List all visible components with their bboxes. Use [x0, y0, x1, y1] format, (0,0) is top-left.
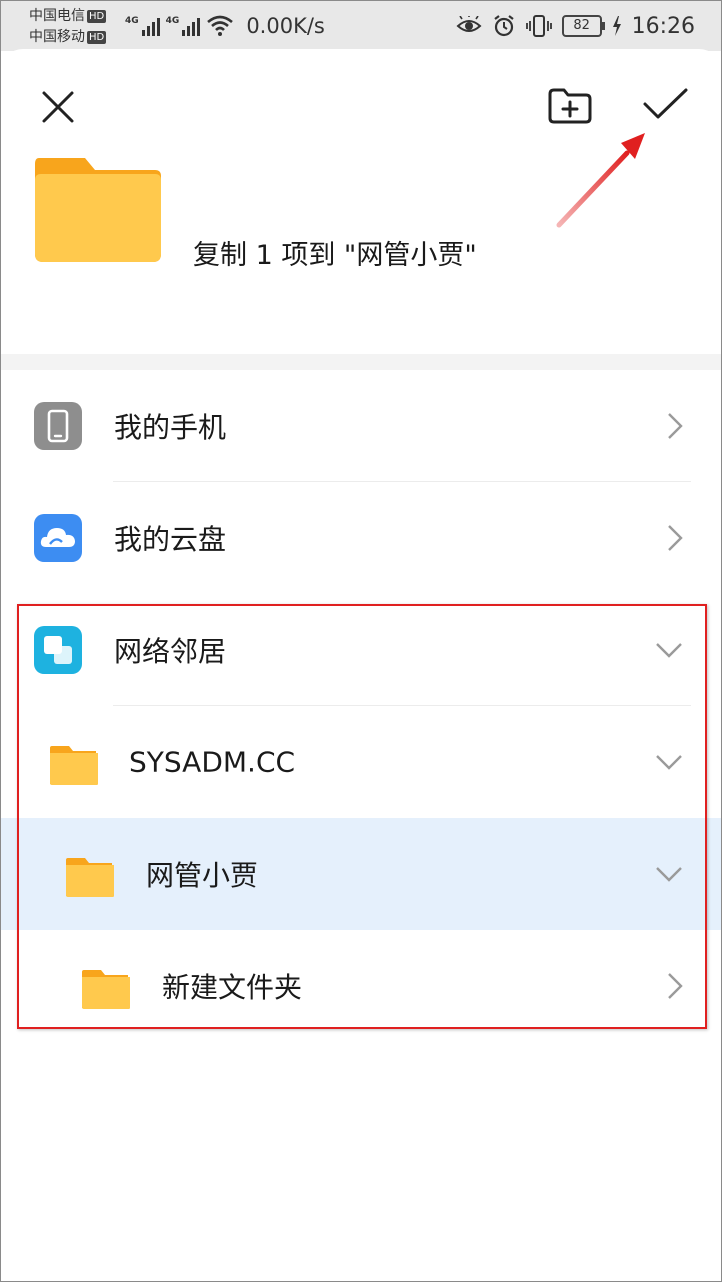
screen: 中国电信 HD 中国移动 HD 4G 4G 0.00K/s 82 16:26 复…: [0, 0, 722, 1282]
location-row-network-neighbors[interactable]: 网络邻居: [1, 594, 721, 706]
folder-label: SYSADM.CC: [129, 745, 296, 779]
chevron-right-icon: [668, 525, 683, 551]
folder-row-sysadm[interactable]: SYSADM.CC: [1, 706, 721, 818]
carrier-2: 中国移动: [29, 29, 85, 45]
wifi-icon: [207, 15, 234, 36]
status-bar: 中国电信 HD 中国移动 HD 4G 4G 0.00K/s 82 16:26: [1, 1, 721, 51]
network-icon: [34, 626, 82, 674]
signal-icon: 4G: [125, 16, 160, 36]
section-divider: [1, 354, 721, 370]
copy-destination-title: 复制 1 项到 "网管小贾": [193, 240, 477, 271]
folder-label: 新建文件夹: [162, 971, 303, 1004]
cloud-icon: [34, 514, 82, 562]
system-indicators: 82 16:26: [456, 11, 695, 41]
vibrate-icon: [525, 15, 552, 37]
folder-row-selected[interactable]: 网管小贾: [1, 818, 721, 930]
folder-icon: [82, 970, 130, 1009]
new-folder-icon[interactable]: [547, 87, 593, 125]
location-row-my-phone[interactable]: 我的手机: [1, 370, 721, 482]
folder-icon: [66, 858, 114, 897]
close-icon[interactable]: [41, 90, 75, 124]
chevron-right-icon: [668, 973, 683, 999]
network-indicators: 4G 4G 0.00K/s: [125, 12, 325, 40]
signal-icon: 4G: [166, 16, 201, 36]
chevron-down-icon: [656, 755, 682, 770]
folder-icon: [50, 746, 98, 785]
carrier-info: 中国电信 HD 中国移动 HD: [29, 6, 107, 48]
folder-label: 网管小贾: [146, 859, 259, 892]
location-row-my-cloud[interactable]: 我的云盘: [1, 482, 721, 594]
location-label: 我的云盘: [114, 523, 227, 556]
phone-icon: [34, 402, 82, 450]
carrier-1: 中国电信: [29, 8, 85, 24]
destination-folder-icon: [35, 158, 161, 262]
hd-badge: HD: [87, 31, 107, 44]
charging-icon: [612, 16, 621, 36]
location-label: 我的手机: [114, 411, 227, 444]
chevron-right-icon: [668, 413, 683, 439]
hd-badge: HD: [87, 10, 107, 23]
network-speed: 0.00K/s: [246, 14, 325, 38]
alarm-icon: [493, 15, 514, 37]
confirm-check-icon[interactable]: [641, 87, 689, 121]
battery-level: 82: [573, 18, 590, 33]
eye-comfort-icon: [456, 16, 482, 32]
chevron-down-icon: [656, 643, 682, 658]
folder-row-new-folder[interactable]: 新建文件夹: [1, 930, 721, 1042]
battery-icon: 82: [561, 15, 605, 37]
chevron-down-icon: [656, 867, 682, 882]
clock: 16:26: [631, 13, 695, 39]
location-label: 网络邻居: [114, 635, 227, 668]
